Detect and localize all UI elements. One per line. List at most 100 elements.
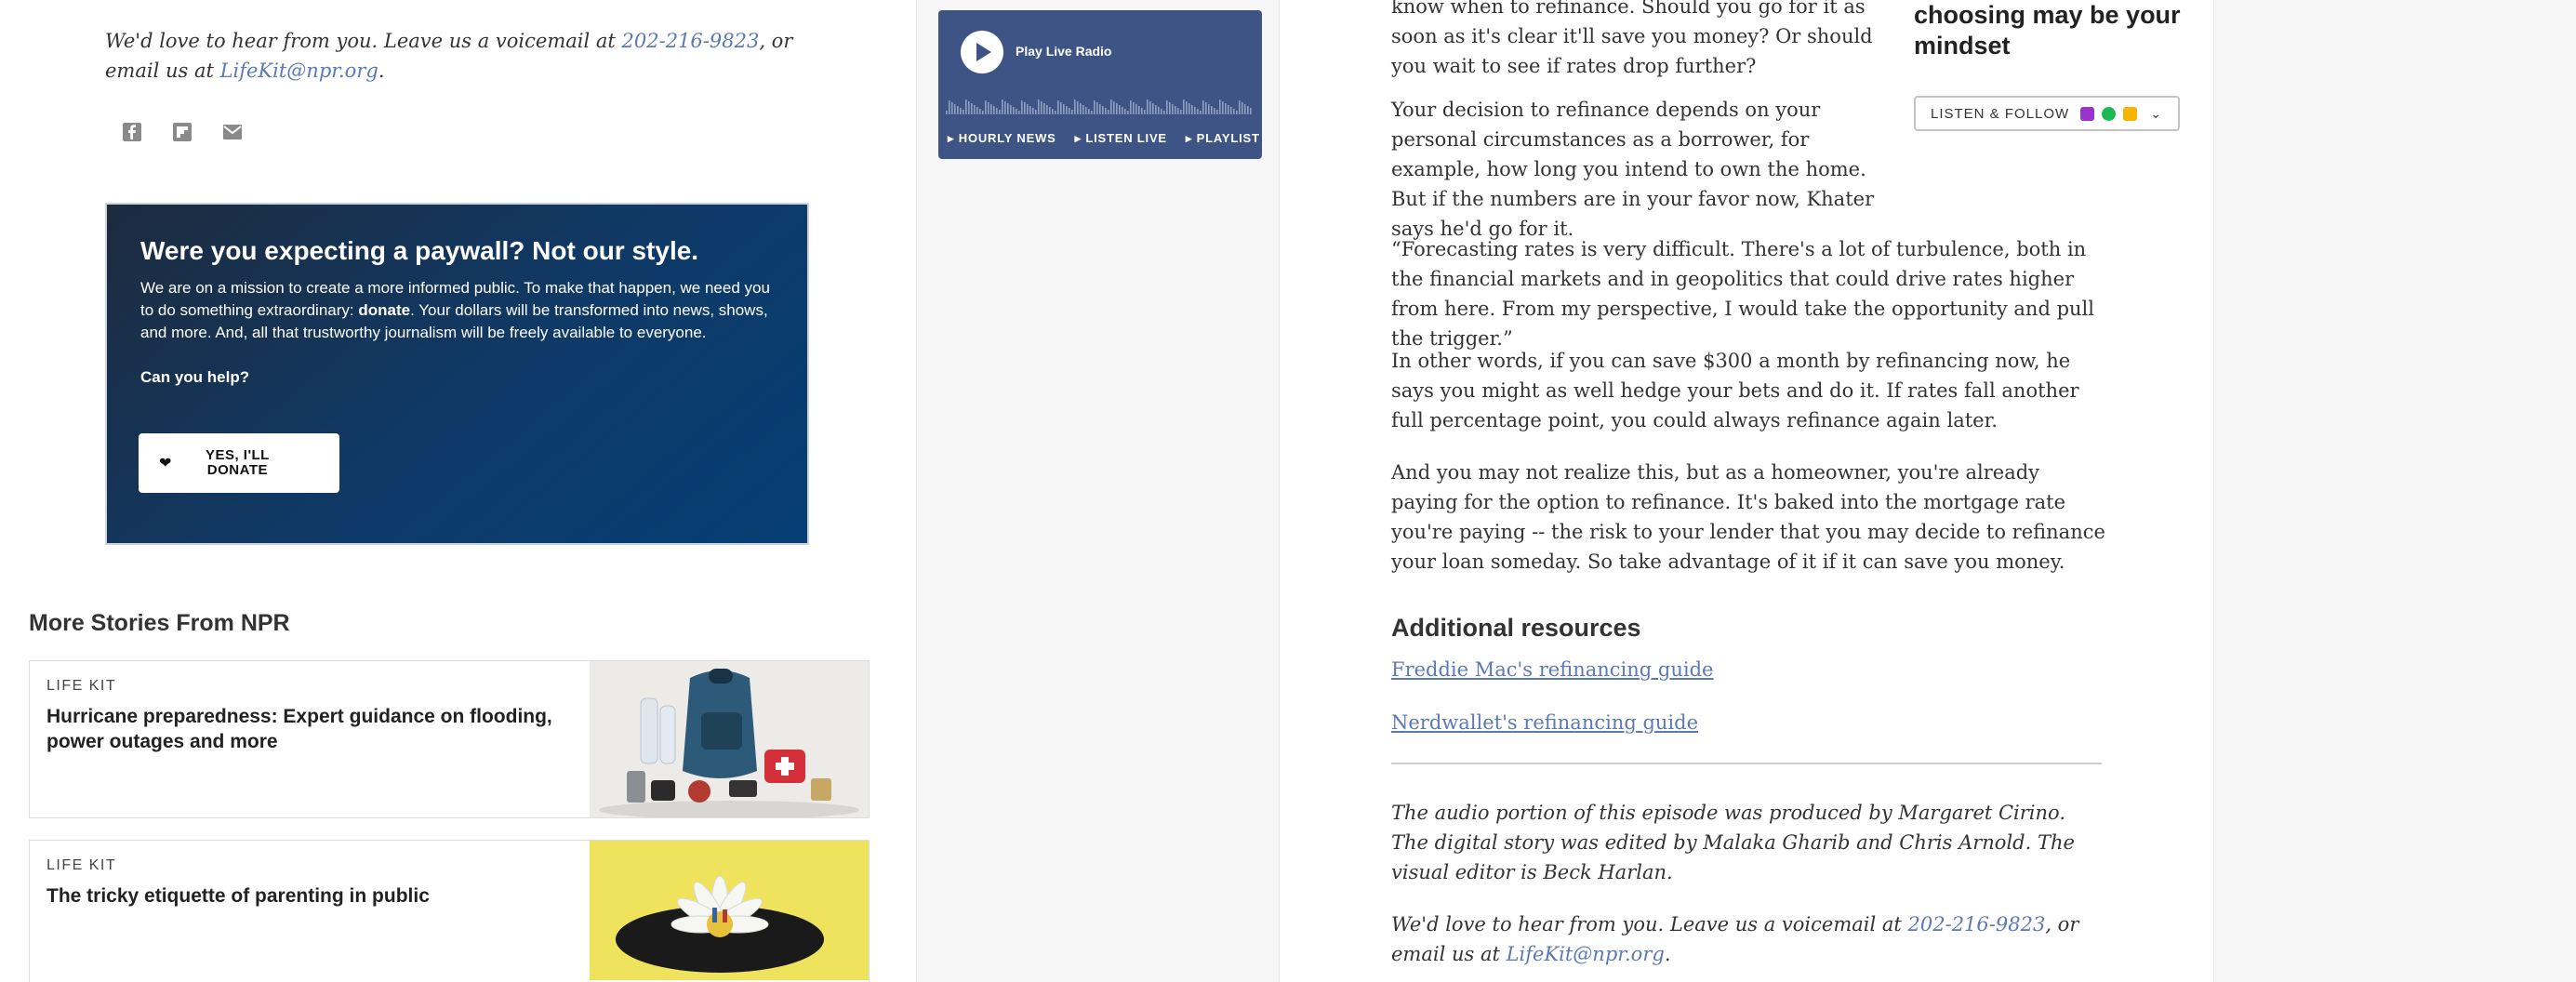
- story-thumbnail[interactable]: [590, 841, 869, 982]
- waveform-bar: [976, 107, 978, 114]
- email-icon[interactable]: [219, 119, 246, 145]
- waveform-bar: [1236, 111, 1238, 114]
- waveform-bar: [1113, 101, 1115, 114]
- waveform-bar: [1219, 100, 1221, 114]
- waveform-bar: [1161, 109, 1162, 114]
- podcast-episode-title[interactable]: choosing may be your mindset: [1914, 0, 2193, 61]
- resource-link-nerdwallet[interactable]: Nerdwallet's refinancing guide: [1391, 711, 1698, 734]
- waveform-bar: [1099, 104, 1101, 114]
- waveform-bar: [1186, 101, 1188, 114]
- waveform-bar: [1242, 102, 1243, 114]
- listen-follow-dropdown[interactable]: LISTEN & FOLLOW ⌄: [1914, 96, 2180, 131]
- contact-text: We'd love to hear from you. Leave us a v…: [105, 30, 622, 52]
- waveform-bar: [988, 102, 989, 114]
- heart-icon: ❤: [159, 456, 172, 471]
- waveform-bar: [1016, 109, 1017, 114]
- live-radio-player: Play Live Radio ▸ HOURLY NEWS ▸ LISTEN L…: [938, 10, 1262, 159]
- donation-banner: Were you expecting a paywall? Not our st…: [105, 203, 809, 545]
- story-title[interactable]: The tricky etiquette of parenting in pub…: [46, 883, 577, 909]
- story-kicker[interactable]: LIFE KIT: [46, 857, 577, 874]
- email-link[interactable]: LifeKit@npr.org: [1507, 943, 1665, 965]
- story-kicker[interactable]: LIFE KIT: [46, 678, 577, 695]
- flipboard-icon[interactable]: [169, 119, 195, 145]
- more-stories-heading: More Stories From NPR: [29, 610, 290, 636]
- contact-text: We'd love to hear from you. Leave us a v…: [1391, 913, 1908, 936]
- waveform-bar: [1244, 104, 1246, 114]
- waveform-bar: [1133, 102, 1135, 114]
- waveform-bar: [1038, 100, 1040, 114]
- apple-podcasts-icon: [2080, 106, 2095, 121]
- waveform-bar: [1088, 109, 1090, 114]
- waveform-bar: [1233, 109, 1235, 114]
- waveform-bar: [1041, 101, 1042, 114]
- waveform-bar: [1250, 108, 1252, 114]
- play-icon: [976, 43, 991, 61]
- waveform-bar: [1197, 109, 1199, 114]
- resources-heading: Additional resources: [1391, 614, 1641, 642]
- waveform-bar: [946, 111, 948, 114]
- hourly-news-link[interactable]: ▸ HOURLY NEWS: [948, 131, 1056, 146]
- waveform-bar: [1032, 108, 1034, 114]
- waveform-bar: [957, 106, 959, 114]
- waveform-bar: [1183, 100, 1185, 114]
- phone-link[interactable]: 202-216-9823: [622, 30, 760, 52]
- waveform-bar: [1108, 110, 1109, 114]
- waveform-bar: [996, 108, 998, 114]
- email-link[interactable]: LifeKit@npr.org: [220, 60, 378, 82]
- donate-button[interactable]: ❤ YES, I'LL DONATE: [139, 433, 339, 493]
- story-card[interactable]: LIFE KIT The tricky etiquette of parenti…: [29, 840, 870, 982]
- waveform-bar: [982, 111, 984, 114]
- waveform-bar: [1166, 100, 1168, 114]
- waveform-bar: [1144, 110, 1146, 114]
- waveform-bar: [1052, 109, 1054, 114]
- listen-live-link[interactable]: ▸ LISTEN LIVE: [1075, 131, 1167, 146]
- article-paragraph: In other words, if you can save $300 a m…: [1391, 350, 2079, 431]
- waveform-bar: [1110, 100, 1112, 114]
- waveform-bar: [1043, 103, 1045, 114]
- waveform-bar: [1247, 106, 1249, 114]
- contact-text: .: [378, 60, 385, 82]
- story-card[interactable]: LIFE KIT Hurricane preparedness: Expert …: [29, 660, 870, 818]
- waveform-bar: [993, 106, 995, 114]
- waveform-bar: [1172, 104, 1174, 114]
- waveform-bar: [1127, 111, 1129, 114]
- waveform-bar: [1149, 101, 1151, 114]
- waveform-bar: [1013, 107, 1015, 114]
- waveform-bar: [1138, 106, 1140, 114]
- resource-link-freddie-mac[interactable]: Freddie Mac's refinancing guide: [1391, 658, 1713, 681]
- article-paragraph: Your decision to refinance depends on yo…: [1391, 99, 1875, 240]
- waveform-bar: [1091, 111, 1093, 114]
- play-button[interactable]: [961, 31, 1003, 73]
- waveform-bar: [1074, 100, 1076, 114]
- donate-button-label: YES, I'LL DONATE: [205, 447, 270, 478]
- divider: [1391, 763, 2102, 764]
- banner-heading: Were you expecting a paywall? Not our st…: [140, 236, 699, 265]
- article-paragraph: know when to refinance. Should you go fo…: [1391, 0, 1873, 77]
- waveform-bar: [1077, 101, 1079, 114]
- waveform-bar: [1024, 102, 1026, 114]
- banner-emphasis: donate: [358, 301, 411, 319]
- facebook-icon[interactable]: [119, 119, 145, 145]
- article-paragraph: And you may not realize this, but as a h…: [1391, 461, 2105, 573]
- contact-note: We'd love to hear from you. Leave us a v…: [105, 26, 812, 86]
- waveform-bar: [1119, 105, 1121, 114]
- waveform-bar: [1055, 111, 1056, 114]
- waveform-bar: [1060, 102, 1062, 114]
- waveform-bar: [1027, 104, 1029, 114]
- playlist-link[interactable]: ▸ PLAYLIST: [1186, 131, 1260, 146]
- listen-follow-label: LISTEN & FOLLOW: [1931, 105, 2070, 122]
- waveform-bar: [1211, 106, 1213, 114]
- phone-link[interactable]: 202-216-9823: [1908, 913, 2046, 936]
- radio-title[interactable]: Play Live Radio: [1016, 44, 1111, 59]
- waveform-bar: [1080, 103, 1082, 114]
- story-title[interactable]: Hurricane preparedness: Expert guidance …: [46, 704, 577, 754]
- banner-body: We are on a mission to create a more inf…: [140, 277, 774, 344]
- radio-links: ▸ HOURLY NEWS ▸ LISTEN LIVE ▸ PLAYLIST: [948, 131, 1260, 146]
- story-thumbnail[interactable]: [590, 661, 869, 817]
- waveform-bar: [1230, 107, 1232, 114]
- google-podcasts-icon: [2123, 106, 2138, 121]
- waveform-bar: [1105, 108, 1107, 114]
- contact-text: .: [1664, 943, 1671, 965]
- waveform-bar: [1035, 110, 1037, 114]
- right-gutter: [2215, 0, 2576, 982]
